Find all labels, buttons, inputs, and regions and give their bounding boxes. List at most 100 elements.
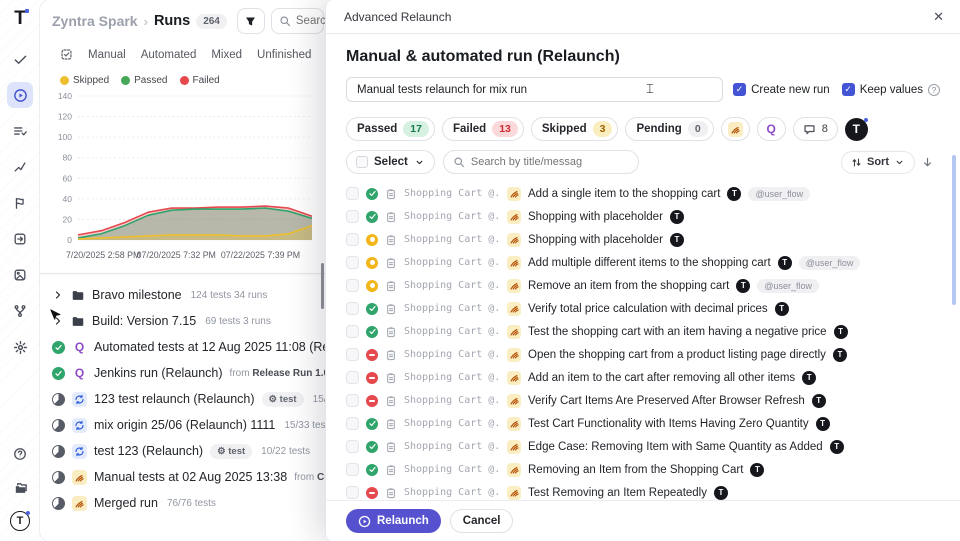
runs-header: Zyntra Spark › Runs 264 ✕ [40,0,332,40]
row-checkbox[interactable] [346,233,359,246]
rail-item-export-box-icon[interactable] [7,226,33,252]
row-checkbox[interactable] [346,187,359,200]
status-in-progress-icon [52,445,65,458]
tab-mixed[interactable]: Mixed [211,49,242,61]
rail-item-folders-icon[interactable] [7,475,33,501]
run-row[interactable]: Manual tests at 02 Aug 2025 13:38from Cu… [52,464,326,490]
chip-label: Failed [453,123,486,135]
row-checkbox[interactable] [346,371,359,384]
run-row[interactable]: QJenkins run (Relaunch)from Release Run … [52,360,326,386]
row-checkbox[interactable] [346,348,359,361]
test-row[interactable]: Shopping Cart @...Add a single item to t… [346,182,940,205]
help-icon[interactable]: ? [928,84,940,96]
filter-chip-skipped[interactable]: Skipped3 [531,117,619,141]
test-title: Removing an Item from the Shopping Cart [528,464,743,476]
rail-item-help-icon[interactable] [7,441,33,467]
rail-item-run-play-icon[interactable] [7,82,33,108]
test-row[interactable]: Shopping Cart @...Verify Cart Items Are … [346,389,940,412]
test-row[interactable]: Shopping Cart @...Test the shopping cart… [346,320,940,343]
app-logo[interactable]: T [14,8,26,30]
row-checkbox[interactable] [346,463,359,476]
test-row[interactable]: Shopping Cart @...Add an item to the car… [346,366,940,389]
run-title-input[interactable] [346,77,723,102]
close-icon[interactable]: ✕ [933,9,944,25]
filter-button[interactable] [237,8,265,34]
modal-scrollbar[interactable] [952,155,956,305]
run-row[interactable]: mix origin 25/06 (Relaunch) 111115/33 te… [52,412,326,438]
row-checkbox[interactable] [346,210,359,223]
tab-manual[interactable]: Manual [88,49,126,61]
test-tag: @user_flow [799,256,861,270]
user-avatar[interactable]: T [10,511,30,531]
run-group-row[interactable]: Build: Version 7.1569 tests 3 runs [52,308,326,334]
runs-search[interactable]: ✕ [271,8,324,34]
test-row[interactable]: Shopping Cart @...Add multiple different… [346,251,940,274]
tests-search[interactable] [443,150,639,174]
option-keep-values[interactable]: ✓Keep values? [842,83,940,96]
breadcrumb-project[interactable]: Zyntra Spark [52,13,138,29]
status-in-progress-icon [52,471,65,484]
legend-dot [60,76,69,85]
filter-chip-manual[interactable] [721,117,750,141]
filter-chip-pending[interactable]: Pending0 [625,117,713,141]
row-checkbox[interactable] [346,325,359,338]
option-create-new-run[interactable]: ✓Create new run [733,83,830,96]
export-box-icon [13,232,27,246]
rail-item-checklist-icon[interactable] [7,118,33,144]
tab-automated[interactable]: Automated [141,49,197,61]
rail-item-activity-icon[interactable] [7,154,33,180]
row-checkbox[interactable] [346,417,359,430]
left-panel-scrollbar[interactable] [321,263,324,309]
row-checkbox[interactable] [346,256,359,269]
rail-item-gear-icon[interactable] [7,334,33,360]
test-row[interactable]: Shopping Cart @...Edge Case: Removing It… [346,435,940,458]
row-checkbox[interactable] [346,486,359,499]
assignee-avatar[interactable]: T [845,118,868,141]
chevron-right-icon[interactable] [52,289,64,301]
tests-search-input[interactable] [471,156,621,168]
row-checkbox[interactable] [346,302,359,315]
test-row[interactable]: Shopping Cart @...Remove an item from th… [346,274,940,297]
arrow-down-button[interactable] [921,156,934,169]
select-checkbox[interactable] [356,156,368,168]
status-passed-icon [52,367,65,380]
test-row[interactable]: Shopping Cart @...Shopping with placehol… [346,205,940,228]
select-dropdown[interactable]: Select [346,150,435,174]
cancel-button[interactable]: Cancel [450,509,514,533]
test-row[interactable]: Shopping Cart @...Open the shopping cart… [346,343,940,366]
tab-unfinished[interactable]: Unfinished [257,49,311,61]
filter-chip-comments[interactable]: 8 [793,117,838,141]
sort-arrows-icon [851,157,862,168]
run-row[interactable]: Merged run76/76 tests [52,490,326,516]
rail-item-branch-icon[interactable] [7,298,33,324]
select-label: Select [374,156,408,168]
rail-item-check-icon[interactable] [7,46,33,72]
test-row[interactable]: Shopping Cart @...Shopping with placehol… [346,228,940,251]
test-row[interactable]: Shopping Cart @...Removing an Item from … [346,458,940,481]
filter-chip-automated[interactable]: Q [757,117,786,141]
run-row[interactable]: test 123 (Relaunch)⚙ test10/22 tests [52,438,326,464]
test-row[interactable]: Shopping Cart @...Test Cart Functionalit… [346,412,940,435]
run-tag: ⚙ test [210,444,252,459]
checklist-icon [13,124,27,138]
select-all-icon[interactable] [60,48,73,61]
run-row[interactable]: 123 test relaunch (Relaunch)⚙ test15/23 … [52,386,326,412]
rail-item-flag-icon[interactable] [7,190,33,216]
rail-item-image-box-icon[interactable] [7,262,33,288]
row-checkbox[interactable] [346,440,359,453]
row-checkbox[interactable] [346,279,359,292]
run-group-row[interactable]: Bravo milestone124 tests 34 runs [52,282,326,308]
checkbox-checked[interactable]: ✓ [842,83,855,96]
row-checkbox[interactable] [346,394,359,407]
relaunch-button[interactable]: Relaunch [346,509,441,533]
test-title: Open the shopping cart from a product li… [528,349,826,361]
manual-test-icon [507,256,521,270]
run-row[interactable]: QAutomated tests at 12 Aug 2025 11:08 (R… [52,334,326,360]
filter-chip-failed[interactable]: Failed13 [442,117,524,141]
sort-dropdown[interactable]: Sort [841,151,915,174]
filter-chip-passed[interactable]: Passed17 [346,117,435,141]
checkbox-checked[interactable]: ✓ [733,83,746,96]
run-title-row: ⌶ ✓Create new run✓Keep values? [346,77,940,102]
test-row[interactable]: Shopping Cart @...Verify total price cal… [346,297,940,320]
svg-text:80: 80 [63,153,73,163]
